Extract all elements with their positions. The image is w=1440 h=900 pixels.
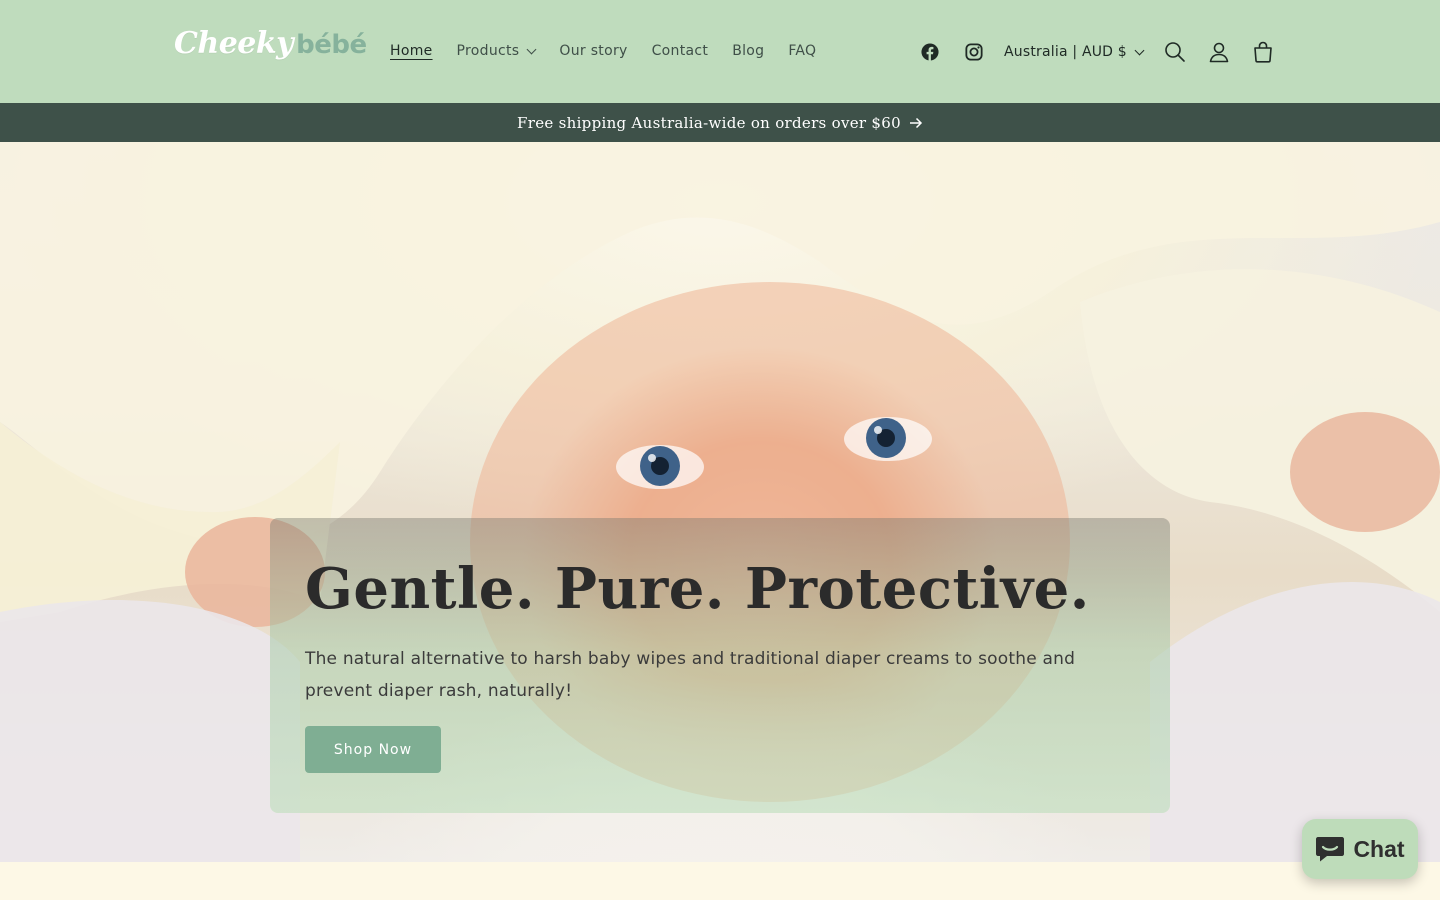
search-icon (1165, 42, 1185, 62)
announcement-text: Free shipping Australia-wide on orders o… (517, 113, 901, 132)
account-button[interactable] (1197, 30, 1241, 74)
hero-banner: Gentle. Pure. Protective. The natural al… (0, 142, 1440, 862)
instagram-link[interactable] (952, 30, 996, 74)
logo[interactable]: Cheeky bébé (174, 26, 367, 76)
logo-text-secondary: bébé (296, 30, 367, 60)
nav-faq[interactable]: FAQ (776, 30, 828, 72)
nav-our-story-label: Our story (559, 43, 628, 59)
nav-products[interactable]: Products (445, 30, 548, 72)
arrow-right-icon (909, 117, 923, 129)
locale-label: Australia | AUD $ (1004, 44, 1127, 60)
locale-selector[interactable]: Australia | AUD $ (996, 30, 1153, 74)
account-icon (1209, 42, 1229, 63)
next-section-strip (0, 862, 1440, 900)
hero-title: Gentle. Pure. Protective. (305, 556, 1090, 622)
facebook-link[interactable] (908, 30, 952, 74)
announcement-bar[interactable]: Free shipping Australia-wide on orders o… (0, 103, 1440, 142)
nav-blog[interactable]: Blog (720, 30, 776, 72)
chat-label: Chat (1353, 835, 1405, 862)
nav-contact[interactable]: Contact (640, 30, 721, 72)
chevron-down-icon (526, 44, 537, 54)
chat-bubble-icon (1316, 837, 1345, 862)
nav-contact-label: Contact (651, 43, 709, 59)
shop-now-button[interactable]: Shop Now (305, 726, 441, 773)
facebook-icon (921, 43, 939, 61)
chevron-down-icon (1134, 45, 1145, 55)
cart-button[interactable] (1241, 30, 1285, 74)
search-button[interactable] (1153, 30, 1197, 74)
hero-content-card: Gentle. Pure. Protective. The natural al… (270, 518, 1170, 813)
chat-button[interactable]: Chat (1302, 819, 1418, 879)
nav-home[interactable]: Home (378, 30, 445, 72)
hero-subtitle: The natural alternative to harsh baby wi… (305, 649, 1076, 701)
nav-home-label: Home (390, 43, 433, 59)
nav-our-story[interactable]: Our story (547, 30, 639, 72)
main-nav: Home Products Our story Contact Blog FAQ (378, 30, 828, 72)
cart-icon (1254, 41, 1272, 63)
site-header: Cheeky bébé Home Products Our story Cont… (0, 0, 1440, 103)
instagram-icon (965, 43, 983, 61)
header-tools: Australia | AUD $ (908, 30, 1285, 74)
logo-text-primary: Cheeky (174, 26, 294, 61)
nav-faq-label: FAQ (788, 43, 817, 59)
nav-products-label: Products (456, 43, 520, 59)
nav-blog-label: Blog (732, 43, 765, 59)
